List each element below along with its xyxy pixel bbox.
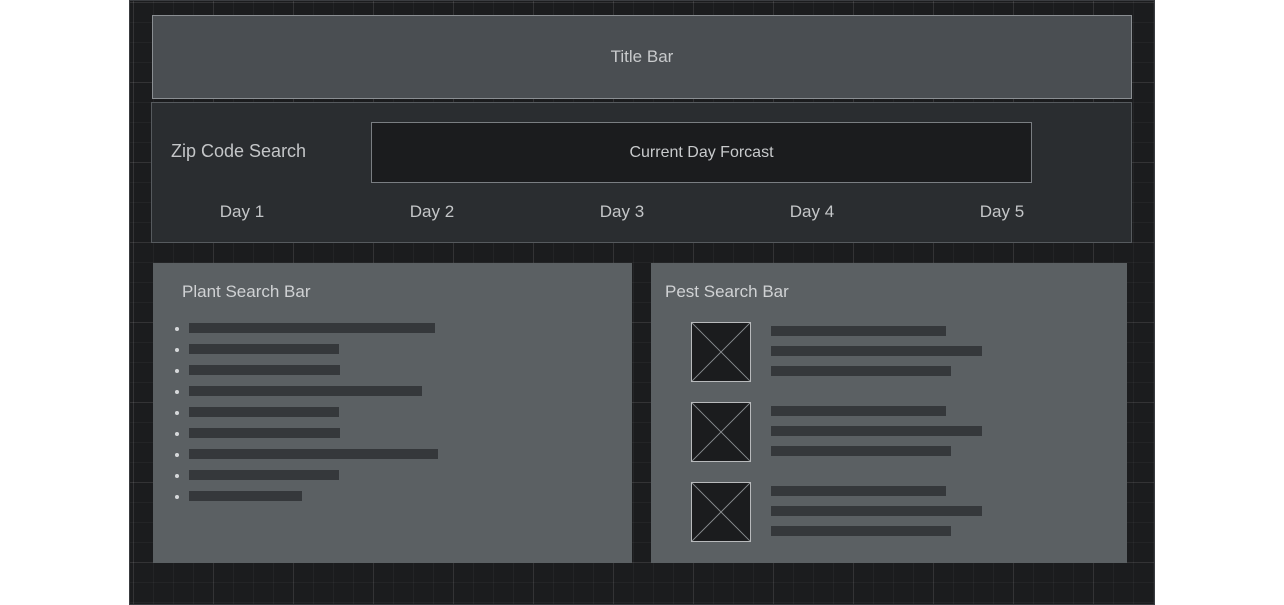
plant-list-item (189, 344, 339, 354)
plant-list-item (189, 323, 435, 333)
list-bullet (175, 474, 179, 478)
pest-card-line (771, 406, 946, 416)
list-bullet (175, 390, 179, 394)
list-bullet (175, 369, 179, 373)
current-day-forecast: Current Day Forcast (371, 122, 1032, 183)
pest-card-line (771, 506, 982, 516)
list-bullet (175, 453, 179, 457)
list-bullet (175, 495, 179, 499)
image-placeholder-icon (691, 402, 751, 462)
pest-card-line (771, 366, 951, 376)
pest-card-line (771, 326, 946, 336)
plant-list-item (189, 407, 339, 417)
image-placeholder-icon (691, 322, 751, 382)
pest-card-line (771, 446, 951, 456)
day-5: Day 5 (979, 202, 1025, 221)
day-1: Day 1 (219, 202, 265, 221)
zip-code-search[interactable]: Zip Code Search (171, 141, 306, 162)
plant-search-bar[interactable]: Plant Search Bar (182, 282, 311, 302)
day-2: Day 2 (409, 202, 455, 221)
pest-card-line (771, 426, 982, 436)
day-3: Day 3 (599, 202, 645, 221)
plant-list-item (189, 470, 339, 480)
plant-list-item (189, 491, 302, 501)
current-day-forecast-label: Current Day Forcast (629, 143, 774, 161)
pest-card-line (771, 486, 946, 496)
plant-list-item (189, 386, 422, 396)
list-bullet (175, 327, 179, 331)
list-bullet (175, 411, 179, 415)
list-bullet (175, 348, 179, 352)
list-bullet (175, 432, 179, 436)
plant-list-item (189, 365, 340, 375)
title-bar-label: Title Bar (610, 47, 674, 66)
day-4: Day 4 (789, 202, 835, 221)
pest-card-line (771, 526, 951, 536)
pest-search-bar[interactable]: Pest Search Bar (665, 282, 789, 302)
title-bar: Title Bar (152, 15, 1132, 99)
pest-card-line (771, 346, 982, 356)
image-placeholder-icon (691, 482, 751, 542)
plant-list-item (189, 449, 438, 459)
plant-list-item (189, 428, 340, 438)
